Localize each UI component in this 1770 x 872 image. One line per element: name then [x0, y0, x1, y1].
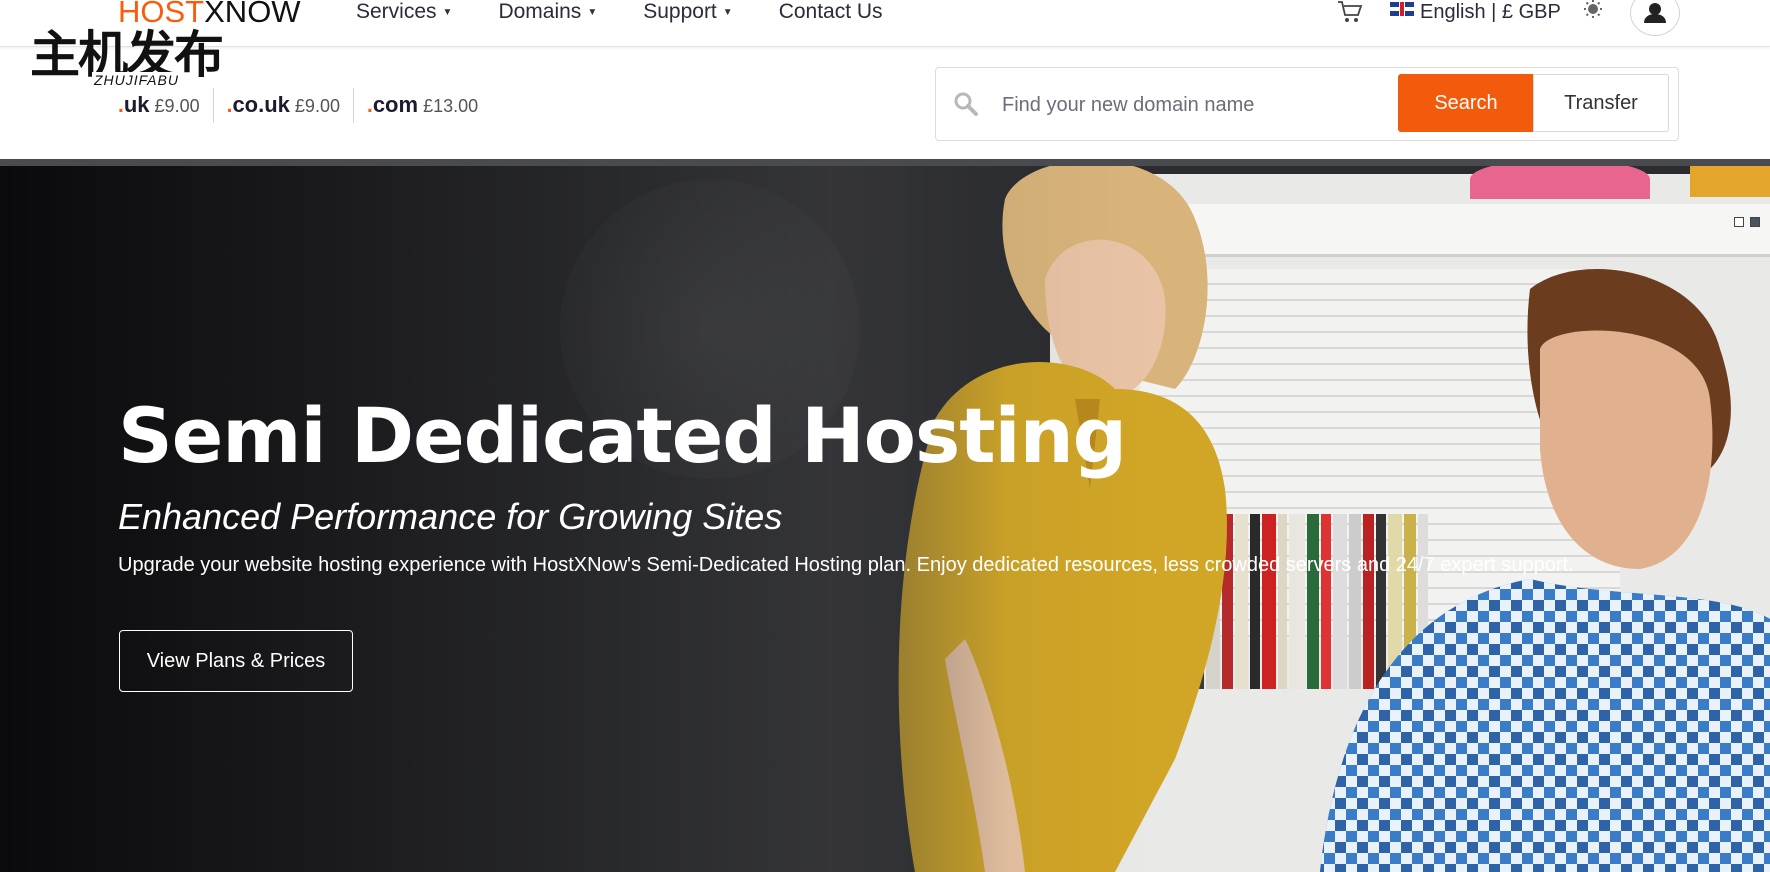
tld-price: £9.00 [154, 95, 200, 116]
nav-support[interactable]: Support ▼ [643, 0, 732, 26]
carousel-dot-active[interactable] [1750, 217, 1760, 227]
chevron-down-icon: ▼ [587, 7, 598, 18]
chevron-down-icon: ▼ [722, 7, 733, 18]
watermark: 主机发布 ZHUJIFABU [30, 28, 224, 88]
cart-icon[interactable] [1336, 0, 1364, 24]
tld-price: £13.00 [423, 95, 479, 116]
nav-services-label: Services [356, 0, 437, 23]
view-plans-button[interactable]: View Plans & Prices [119, 630, 353, 692]
logo-text-xnow: XNOW [204, 0, 301, 29]
carousel-indicators [1734, 217, 1760, 227]
tld-com[interactable]: .com £13.00 [367, 88, 491, 123]
tld-ext: com [372, 91, 419, 117]
tld-ext: uk [123, 91, 150, 117]
nav-domains[interactable]: Domains ▼ [498, 0, 597, 26]
uk-flag-icon [1390, 2, 1414, 16]
main-nav: Services ▼ Domains ▼ Support ▼ Contact Us [356, 0, 929, 26]
nav-contact-label: Contact Us [778, 0, 883, 23]
hero-banner: Semi Dedicated Hosting Enhanced Performa… [0, 159, 1770, 872]
tld-prices: .uk £9.00 .co.uk £9.00 .com £13.00 [118, 87, 504, 123]
tld-co-uk[interactable]: .co.uk £9.00 [227, 87, 354, 123]
user-icon [1644, 3, 1666, 23]
domain-search-box: Search Transfer [935, 67, 1679, 141]
hero-title: Semi Dedicated Hosting [118, 391, 1127, 480]
tld-price: £9.00 [294, 95, 340, 116]
transfer-button[interactable]: Transfer [1533, 74, 1669, 132]
domain-search-input[interactable] [1000, 86, 1404, 124]
tld-uk[interactable]: .uk £9.00 [118, 87, 214, 123]
hero-subtitle: Enhanced Performance for Growing Sites [118, 496, 783, 537]
language-currency-selector[interactable]: English | £ GBP [1390, 0, 1561, 24]
nav-contact-us[interactable]: Contact Us [779, 0, 883, 26]
hero-description: Upgrade your website hosting experience … [118, 554, 1574, 576]
sun-icon[interactable] [1580, 0, 1606, 22]
top-navbar: HOSTXNOW Services ▼ Domains ▼ Support ▼ Con… [0, 0, 1770, 47]
language-currency-label: English | £ GBP [1420, 1, 1561, 23]
watermark-latin: ZHUJIFABU [92, 72, 181, 88]
nav-domains-label: Domains [498, 0, 582, 23]
chevron-down-icon: ▼ [442, 7, 453, 18]
search-button[interactable]: Search [1398, 74, 1534, 132]
nav-support-label: Support [643, 0, 717, 23]
search-icon [952, 90, 980, 118]
user-account-button[interactable] [1630, 0, 1680, 36]
logo-text-host: HOST [118, 0, 205, 29]
nav-services[interactable]: Services ▼ [356, 0, 452, 26]
carousel-dot[interactable] [1734, 217, 1744, 227]
tld-ext: co.uk [232, 91, 290, 117]
